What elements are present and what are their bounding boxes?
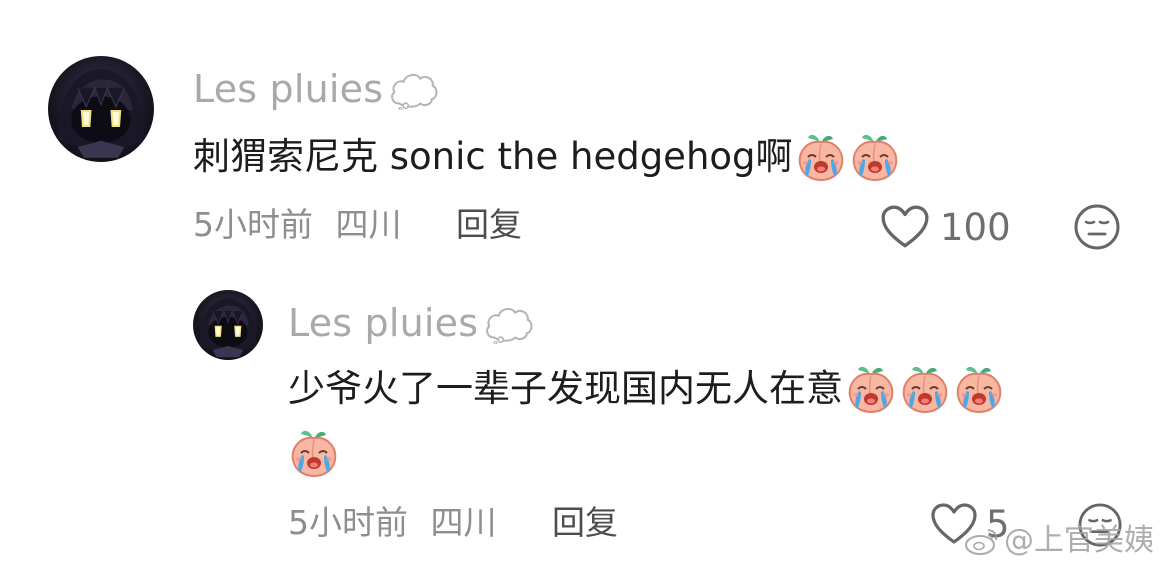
reply-username[interactable]: Les pluies: [288, 302, 534, 344]
crying-peach-emoji: [953, 362, 1005, 414]
crying-peach-emoji: [795, 130, 847, 182]
crying-peach-emoji: [849, 130, 901, 182]
reply-username-text: Les pluies: [288, 301, 479, 345]
reply-time: 5小时前: [288, 503, 408, 542]
comment-meta: 5小时前 四川: [193, 208, 402, 241]
comment-avatar[interactable]: [48, 56, 154, 162]
meh-face-icon: [1073, 203, 1121, 251]
reply-meta: 5小时前 四川: [288, 506, 497, 539]
reply-location: 四川: [430, 503, 497, 542]
crying-peach-emoji: [288, 426, 340, 478]
comment-time: 5小时前: [193, 205, 313, 244]
reply-text: 少爷火了一辈子发现国内无人在意: [288, 362, 1005, 414]
crying-peach-emoji: [899, 362, 951, 414]
comment-dislike-button[interactable]: [1073, 203, 1121, 251]
cloud-icon: [482, 302, 534, 344]
crying-peach-emoji: [845, 362, 897, 414]
comment-location: 四川: [335, 205, 402, 244]
reply-reply-button[interactable]: 回复: [552, 506, 618, 539]
reply-text-body: 少爷火了一辈子发现国内无人在意: [288, 366, 843, 410]
comment-reply-button[interactable]: 回复: [456, 208, 522, 241]
comment-text: 刺猬索尼克 sonic the hedgehog啊: [193, 130, 901, 182]
weibo-logo-icon: [964, 526, 1000, 556]
reply-avatar[interactable]: [193, 290, 263, 360]
watermark: @上官美姨: [964, 526, 1154, 556]
comment-text-body: 刺猬索尼克 sonic the hedgehog啊: [193, 134, 793, 178]
comment-like-count: 100: [940, 205, 1011, 249]
reply-text-line2: [288, 426, 340, 482]
watermark-text: @上官美姨: [1004, 523, 1154, 558]
cloud-icon: [387, 68, 439, 110]
heart-icon: [880, 204, 930, 250]
comment-like-button[interactable]: 100: [880, 204, 1011, 250]
comment-username[interactable]: Les pluies: [193, 68, 439, 110]
comment-username-text: Les pluies: [193, 67, 384, 111]
